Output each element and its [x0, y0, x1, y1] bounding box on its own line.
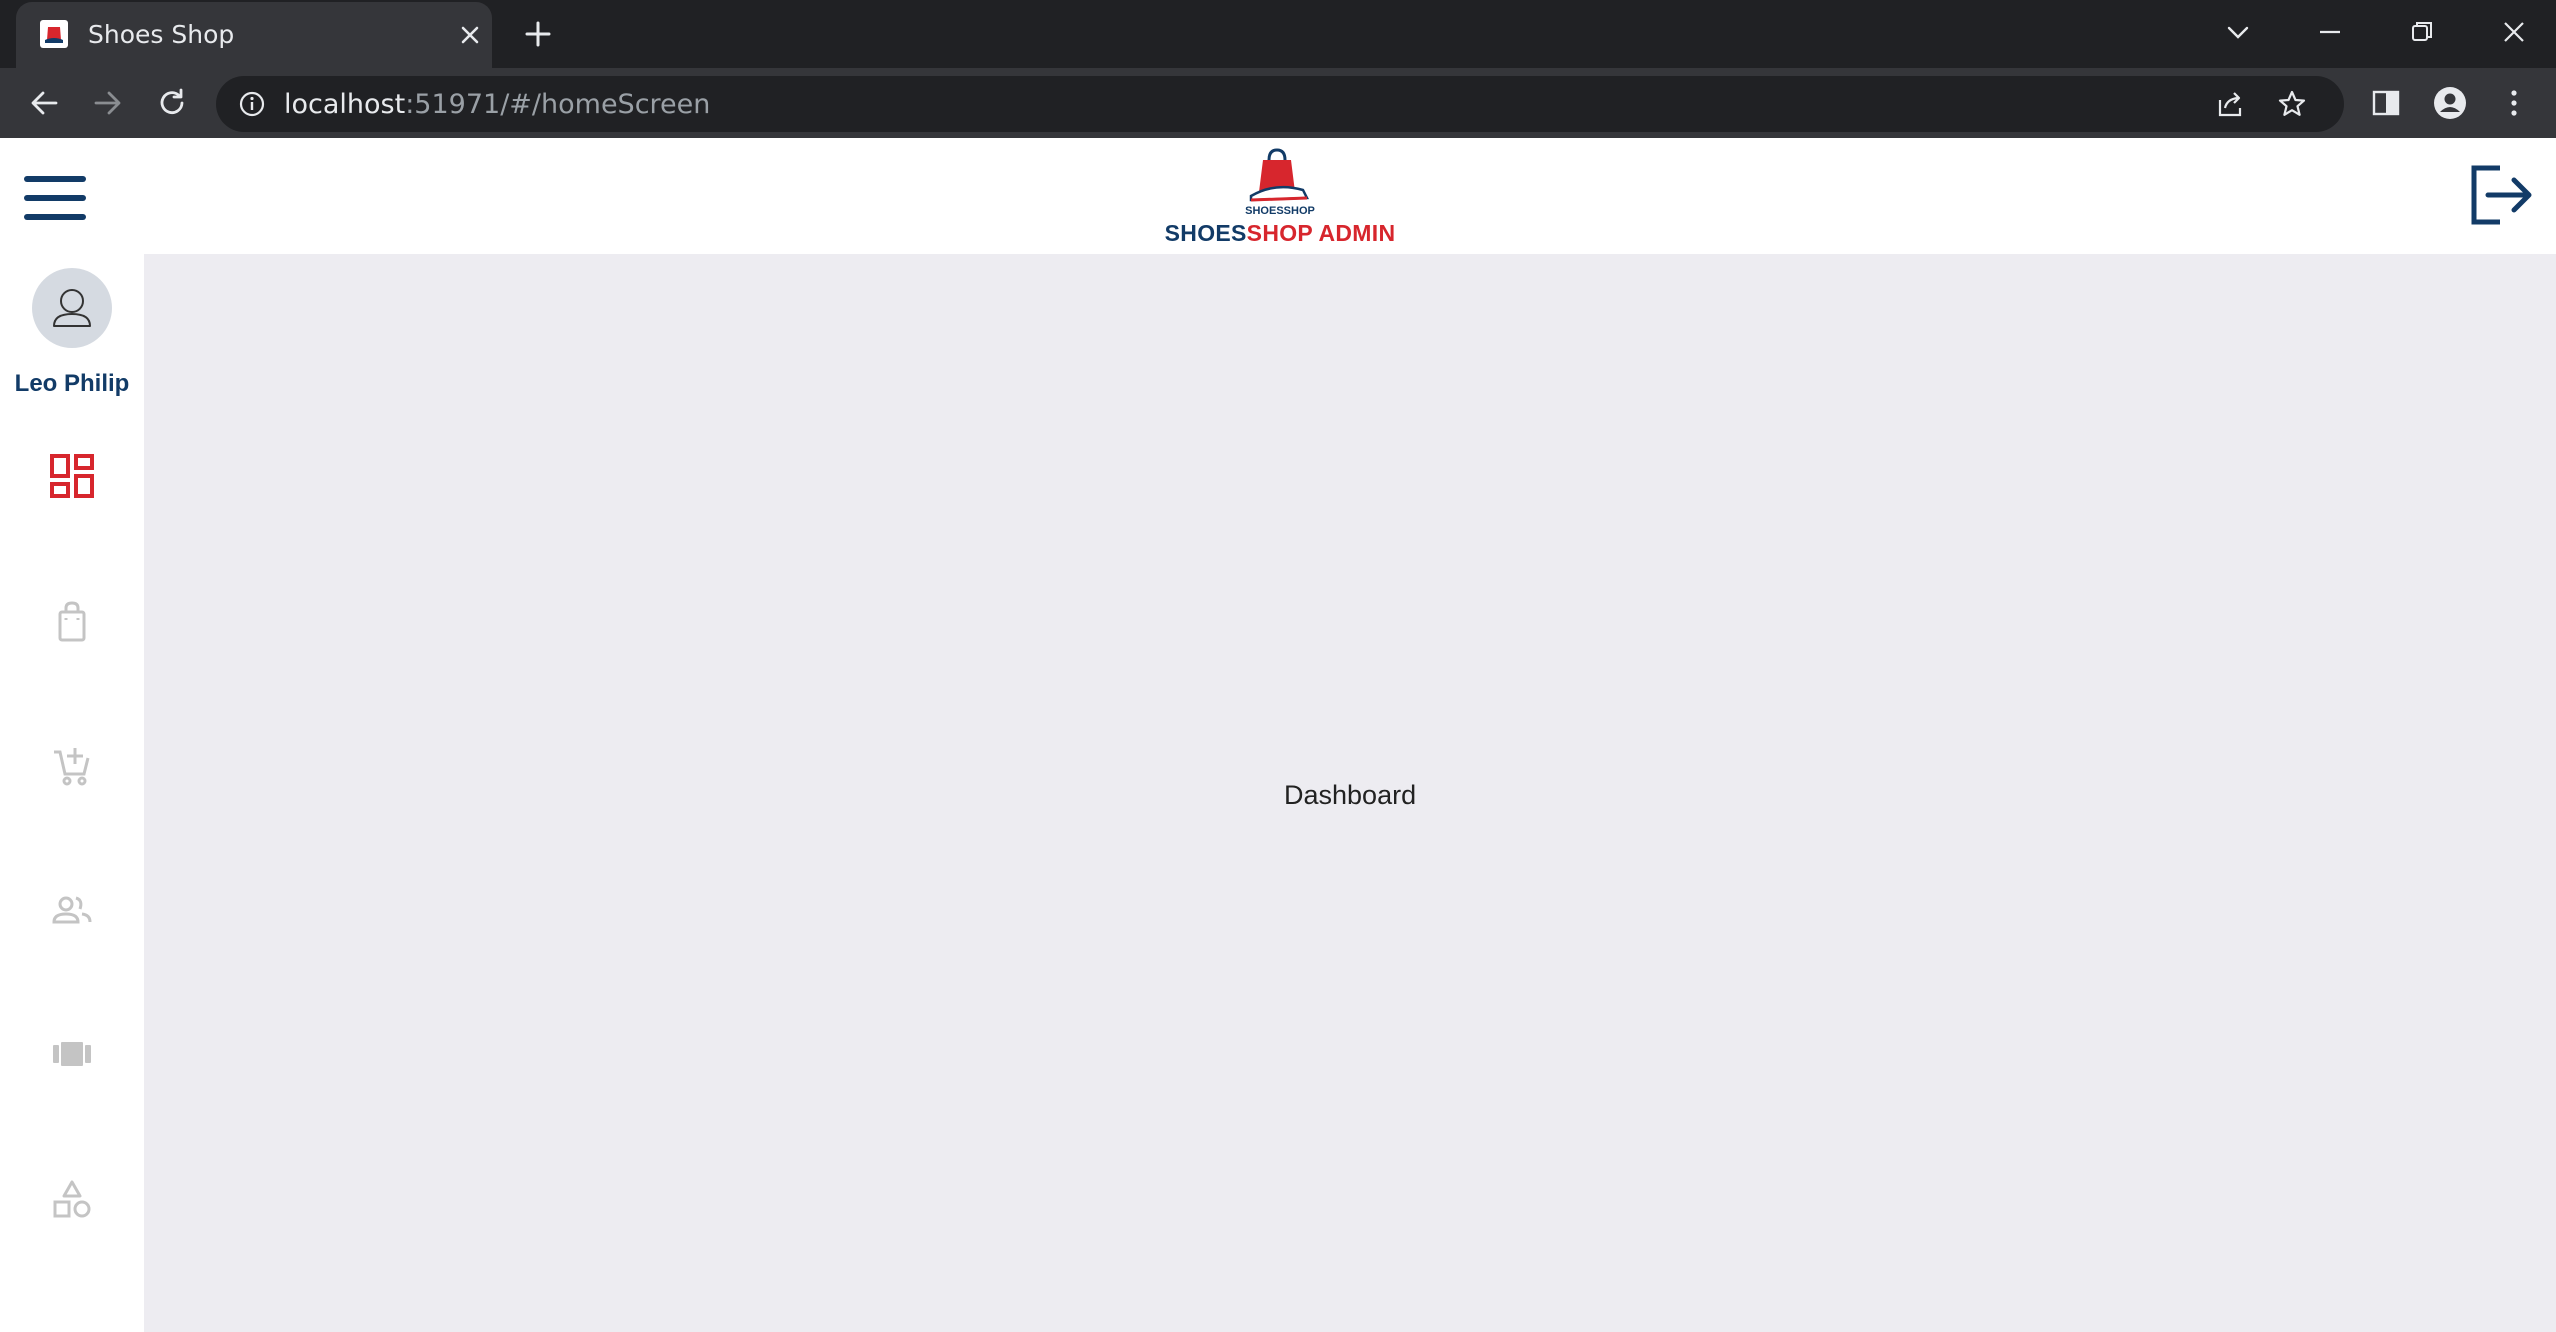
- people-icon: [52, 896, 92, 924]
- menu-icon[interactable]: [24, 176, 86, 220]
- tab-search-chevron-icon[interactable]: [2220, 14, 2256, 50]
- category-icon: [53, 1180, 91, 1218]
- sidebar-item-categories[interactable]: [46, 1174, 98, 1226]
- app-header: SHOESSHOP SHOESSHOP ADMIN: [0, 138, 2556, 254]
- dashboard-icon: [50, 454, 94, 498]
- back-arrow-icon[interactable]: [26, 85, 62, 121]
- shopping-bag-icon: [58, 601, 86, 642]
- view-carousel-icon: [53, 1042, 91, 1066]
- minimize-icon[interactable]: [2312, 14, 2348, 50]
- shoes-shop-logo-icon: SHOESSHOP: [1245, 148, 1315, 217]
- sidebar-item-brands[interactable]: [46, 1028, 98, 1080]
- bookmark-star-icon[interactable]: [2276, 88, 2308, 120]
- brand-logo: SHOESSHOP SHOESSHOP ADMIN: [1160, 146, 1400, 254]
- browser-tab[interactable]: Shoes Shop: [16, 2, 492, 68]
- close-window-icon[interactable]: [2496, 14, 2532, 50]
- address-bar[interactable]: localhost:51971/#/homeScreen: [216, 76, 2344, 132]
- browser-tabstrip: Shoes Shop: [0, 0, 2556, 68]
- profile-icon[interactable]: [2432, 85, 2468, 121]
- sidebar-item-orders[interactable]: [46, 740, 98, 792]
- user-avatar-icon: [53, 289, 91, 327]
- forward-arrow-icon[interactable]: [90, 85, 126, 121]
- sidebar-item-products[interactable]: [46, 596, 98, 648]
- favicon-icon: [40, 20, 68, 48]
- brand-title: SHOESSHOP ADMIN: [1164, 220, 1396, 246]
- tab-title: Shoes Shop: [88, 20, 235, 49]
- sidebar-item-dashboard[interactable]: [46, 450, 98, 502]
- url-text: localhost:51971/#/homeScreen: [284, 89, 711, 120]
- logout-icon[interactable]: [2464, 160, 2534, 230]
- new-tab-icon[interactable]: [522, 18, 554, 50]
- avatar[interactable]: [32, 268, 112, 348]
- logo-text: SHOESSHOP: [1245, 205, 1315, 217]
- reload-icon[interactable]: [154, 85, 190, 121]
- site-info-icon[interactable]: [238, 90, 266, 118]
- close-tab-icon[interactable]: [456, 21, 484, 49]
- sidebar: Leo Philip: [0, 254, 144, 1332]
- user-name: Leo Philip: [14, 370, 130, 397]
- app-root: SHOESSHOP SHOESSHOP ADMIN Leo Philip Das…: [0, 138, 2556, 1332]
- page-title: Dashboard: [1284, 780, 1417, 810]
- browser-toolbar: localhost:51971/#/homeScreen: [0, 68, 2556, 138]
- side-panel-icon[interactable]: [2368, 85, 2404, 121]
- sidebar-item-users[interactable]: [46, 884, 98, 936]
- restore-icon[interactable]: [2404, 14, 2440, 50]
- more-menu-icon[interactable]: [2496, 85, 2532, 121]
- add-cart-icon: [54, 748, 90, 786]
- main-content: Dashboard: [144, 254, 2556, 1332]
- share-icon[interactable]: [2214, 88, 2246, 120]
